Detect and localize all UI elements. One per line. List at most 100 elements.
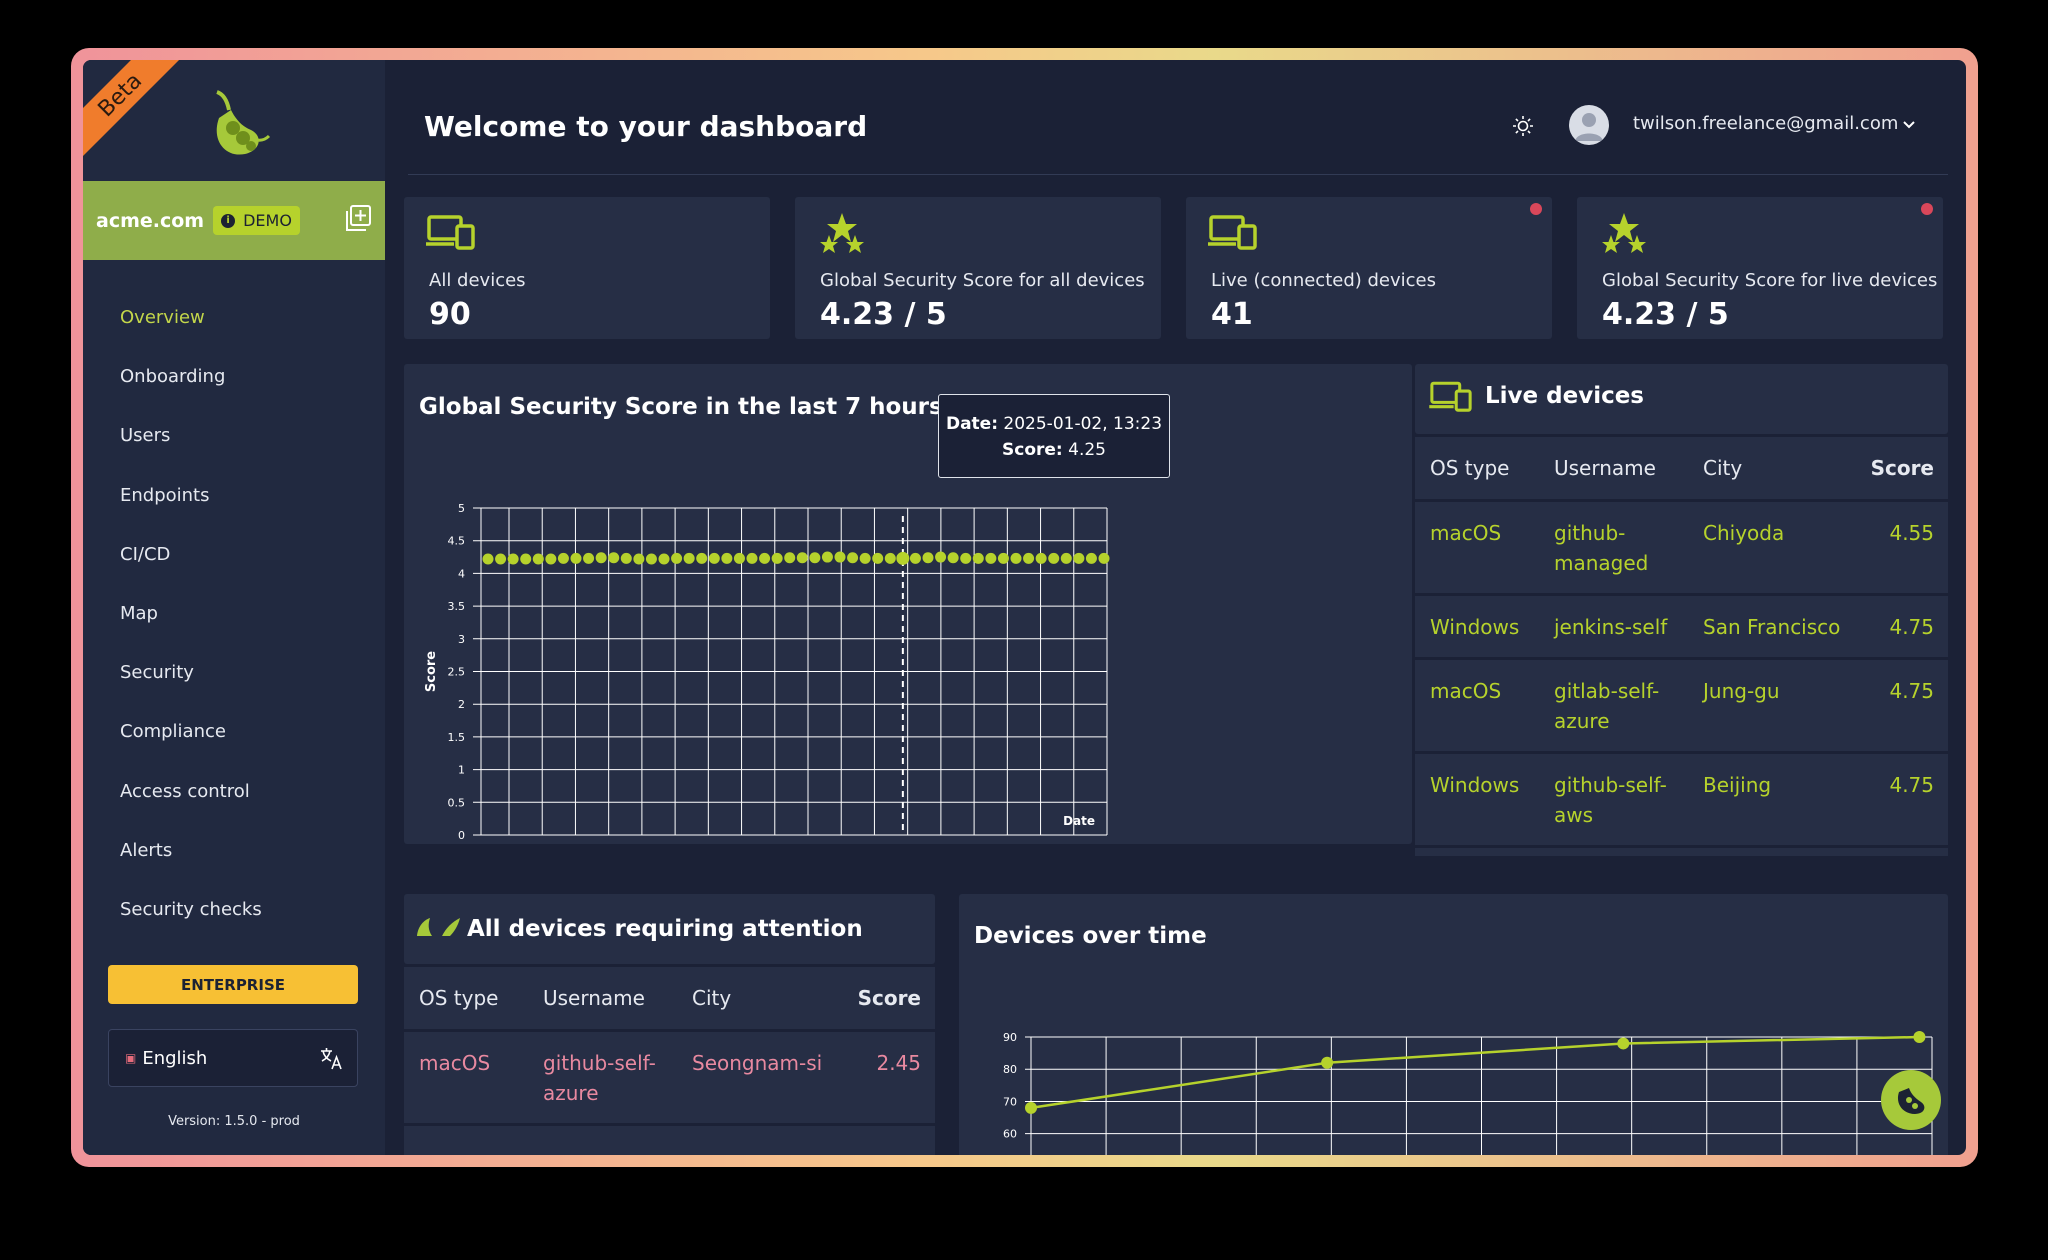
tooltip-date-label: Date: [945, 414, 999, 434]
column-header-os[interactable]: OS type [419, 983, 498, 1013]
stat-card-global-score: Global Security Score for all devices 4.… [795, 197, 1161, 339]
language-selector[interactable]: ▣ English [108, 1029, 358, 1087]
y-tick-label: 4.5 [448, 535, 466, 548]
nav-item-security[interactable]: Security [83, 643, 385, 702]
demo-badge: i DEMO [213, 206, 300, 235]
y-tick-label: 1 [458, 764, 465, 777]
score-point [884, 552, 896, 564]
score-point [896, 551, 910, 565]
beta-ribbon: Beta [83, 60, 193, 168]
table-row[interactable]: macOS github-managed Chiyoda 4.55 [1415, 502, 1948, 593]
stars-icon [1602, 213, 1646, 253]
nav-item-cicd[interactable]: CI/CD [83, 525, 385, 584]
y-tick-label: 60 [1003, 1128, 1017, 1141]
score-point [532, 553, 544, 565]
theme-toggle-icon[interactable] [1512, 115, 1534, 137]
tooltip-date-value: 2025-01-02, 13:23 [1003, 414, 1163, 434]
devices-point [1913, 1031, 1926, 1043]
nav-item-security-checks[interactable]: Security checks [83, 880, 385, 939]
live-devices-title: Live devices [1485, 383, 1645, 409]
nav-item-users[interactable]: Users [83, 406, 385, 465]
score-point [1085, 552, 1097, 564]
table-row[interactable]: macOS github-self-azure Seongnam-si 2.45 [404, 1032, 935, 1123]
devices-chart-title: Devices over time [974, 923, 1207, 949]
table-row[interactable]: Windows jenkins-self San Francisco 4.75 [1415, 596, 1948, 657]
row-os: macOS [1430, 679, 1502, 703]
score-point [683, 552, 695, 564]
nav-item-access-control[interactable]: Access control [83, 762, 385, 821]
column-header-username[interactable]: Username [543, 983, 645, 1013]
language-label: English [142, 1047, 208, 1069]
add-org-icon[interactable] [345, 205, 371, 231]
table-row[interactable]: Windows github-self-aws Beijing 4.75 [1415, 754, 1948, 845]
score-point [909, 552, 921, 564]
column-header-os[interactable]: OS type [1430, 453, 1509, 483]
score-point [922, 552, 934, 564]
column-header-score[interactable]: Score [858, 983, 921, 1013]
org-switcher[interactable]: acme.com i DEMO [83, 181, 385, 260]
score-point [821, 551, 833, 563]
score-point [847, 552, 859, 564]
row-os: macOS [419, 1051, 491, 1075]
y-tick-label: 2.5 [448, 666, 466, 679]
row-city: Beijing [1703, 773, 1772, 797]
score-point [520, 553, 532, 565]
y-tick-label: 1.5 [448, 731, 466, 744]
assistant-button[interactable] [1881, 1070, 1941, 1130]
peapod-logo-icon[interactable] [201, 88, 271, 160]
nav-item-onboarding[interactable]: Onboarding [83, 347, 385, 406]
nav-item-overview[interactable]: Overview [83, 288, 385, 347]
row-score: 4.75 [1889, 615, 1934, 639]
score-chart: 00.511.522.533.544.55DateScore01/02 - 09… [424, 502, 1110, 840]
score-point [733, 552, 745, 564]
header-divider [408, 174, 1948, 175]
score-point [935, 551, 947, 563]
score-tooltip: Date: 2025-01-02, 13:23 Score: 4.25 [938, 394, 1170, 478]
score-point [671, 552, 683, 564]
score-point [583, 552, 595, 564]
score-point [997, 552, 1009, 564]
nav-item-alerts[interactable]: Alerts [83, 821, 385, 880]
y-tick-label: 0.5 [448, 796, 466, 809]
row-username-line1: github- [1554, 521, 1626, 545]
app-window: Beta acme.com i DEMO Overview Onboarding … [83, 60, 1966, 1155]
stars-icon [820, 213, 864, 253]
stat-label: Global Security Score for live devices [1602, 270, 1938, 291]
row-username-line2: azure [1554, 709, 1610, 733]
nav-item-compliance[interactable]: Compliance [83, 702, 385, 761]
chevron-down-icon[interactable] [1902, 120, 1916, 130]
enterprise-button[interactable]: ENTERPRISE [108, 965, 358, 1004]
nav-item-endpoints[interactable]: Endpoints [83, 466, 385, 525]
user-avatar-icon [1575, 113, 1603, 141]
stat-label: All devices [429, 270, 526, 291]
stat-value: 90 [429, 297, 471, 332]
column-header-city[interactable]: City [692, 983, 731, 1013]
user-email[interactable]: twilson.freelance@gmail.com [1633, 113, 1898, 134]
table-row-partial[interactable] [404, 1126, 935, 1155]
row-username: gitlab-self-azure [1554, 676, 1659, 736]
tooltip-score-value: 4.25 [1068, 440, 1106, 460]
y-tick-label: 90 [1003, 1031, 1017, 1044]
table-row[interactable]: macOS gitlab-self-azure Jung-gu 4.75 [1415, 660, 1948, 751]
score-point [960, 552, 972, 564]
stat-card-live-score: Global Security Score for live devices 4… [1577, 197, 1943, 339]
score-point [809, 552, 821, 564]
row-os: Windows [1430, 773, 1520, 797]
score-point [507, 553, 519, 565]
score-point [1060, 552, 1072, 564]
score-point [972, 552, 984, 564]
score-point [872, 552, 884, 564]
y-tick-label: 3 [458, 633, 465, 646]
live-indicator-dot [1530, 203, 1542, 215]
column-header-username[interactable]: Username [1554, 453, 1656, 483]
row-username-line1: gitlab-self- [1554, 679, 1660, 703]
avatar[interactable] [1569, 105, 1609, 145]
column-header-score[interactable]: Score [1871, 453, 1934, 483]
nav-item-map[interactable]: Map [83, 584, 385, 643]
score-point [570, 552, 582, 564]
attention-header: All devices requiring attention [404, 894, 935, 964]
sidebar: Beta acme.com i DEMO Overview Onboarding … [83, 60, 385, 1155]
translate-icon [321, 1048, 342, 1070]
score-chart-title: Global Security Score in the last 7 hour… [419, 394, 943, 420]
column-header-city[interactable]: City [1703, 453, 1742, 483]
